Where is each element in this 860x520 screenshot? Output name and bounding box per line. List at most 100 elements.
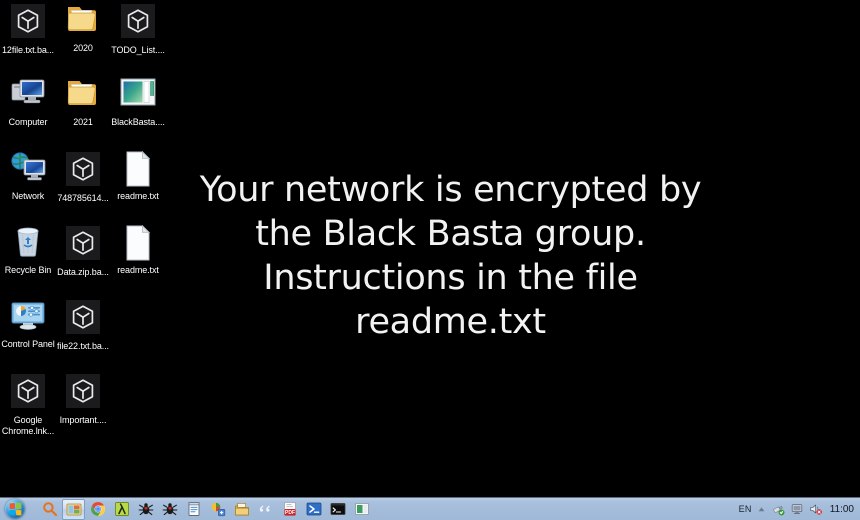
taskbar-button-bug[interactable]: [134, 499, 157, 520]
control-panel-icon: [0, 298, 56, 338]
svg-text:PDF: PDF: [285, 510, 295, 516]
taskbar-button-pdf[interactable]: PDF: [278, 499, 301, 520]
desktop-icon[interactable]: Data.zip.ba...: [55, 224, 111, 278]
bug-icon: [138, 503, 153, 516]
desktop-icon[interactable]: TODO_List....: [110, 2, 166, 56]
encrypted-file-cube-icon: [55, 226, 111, 266]
taskbar-button-archive[interactable]: [230, 499, 253, 520]
taskbar-buttons: PDF: [38, 498, 373, 520]
show-hidden-icons-chevron[interactable]: [757, 505, 766, 514]
encrypted-file-cube-icon: [66, 152, 100, 186]
network-icon: [0, 150, 56, 190]
folder-icon: [55, 2, 111, 42]
encrypted-file-cube-icon: [66, 374, 100, 408]
network-icon: [11, 152, 46, 181]
taskbar-button-notepad[interactable]: [182, 499, 205, 520]
computer-icon: [11, 79, 45, 104]
desktop-icon[interactable]: Important....: [55, 372, 111, 426]
text-document-icon: [126, 150, 151, 187]
desktop-icon-label: BlackBasta....: [111, 117, 165, 127]
desktop-icon[interactable]: Recycle Bin: [0, 224, 56, 276]
desktop-icon[interactable]: Network: [0, 150, 56, 202]
windows-orb-icon: [5, 499, 25, 519]
desktop-icon[interactable]: 748785614...: [55, 150, 111, 204]
taskbar-button-app-colorful[interactable]: [206, 499, 229, 520]
taskbar-button-quotes[interactable]: [254, 499, 277, 520]
desktop-icon[interactable]: file22.txt.ba...: [55, 298, 111, 352]
command-prompt-icon: [330, 503, 345, 515]
encrypted-file-cube-icon: [55, 300, 111, 340]
powershell-icon: [306, 502, 321, 516]
recycle-bin-icon: [0, 224, 56, 264]
taskbar-button-folder-window[interactable]: [62, 498, 85, 520]
taskbar-button-lambda-app[interactable]: [110, 499, 133, 520]
folder-icon: [67, 7, 96, 31]
taskbar-button-search-magnifier[interactable]: [38, 499, 61, 520]
desktop-icon-label: readme.txt: [117, 191, 159, 201]
text-document-icon: [126, 224, 151, 261]
taskbar[interactable]: PDF EN 11:00: [0, 497, 860, 520]
encrypted-file-cube-icon: [11, 374, 45, 408]
folder-icon: [55, 76, 111, 116]
picture-file-icon: [120, 78, 156, 106]
desktop-icon-grid: 12file.txt.ba... 2020 TODO_List.... Compute…: [0, 0, 175, 450]
taskbar-button-chrome[interactable]: [86, 499, 109, 520]
folder-window-icon: [66, 503, 81, 516]
desktop-icon-label: Important....: [59, 415, 107, 425]
desktop-icon-label: Data.zip.ba...: [57, 267, 109, 277]
desktop-icon-label: TODO_List....: [111, 45, 165, 55]
encrypted-file-cube-icon: [66, 226, 100, 260]
ransom-note-line: Your network is encrypted by: [199, 170, 702, 210]
desktop-icon[interactable]: 2021: [55, 76, 111, 128]
ransom-note-line: Instructions in the file: [263, 258, 638, 298]
desktop-icon[interactable]: 2020: [55, 2, 111, 54]
picture-file-icon: [110, 76, 166, 116]
tray-icon-network-monitor[interactable]: [790, 502, 804, 516]
desktop[interactable]: 12file.txt.ba... 2020 TODO_List.... Compute…: [0, 0, 860, 520]
quotes-icon: [259, 505, 270, 512]
notepad-icon: [188, 502, 199, 516]
tray-icon-volume-muted[interactable]: [809, 502, 823, 516]
taskbar-button-bug[interactable]: [158, 499, 181, 520]
desktop-icon[interactable]: BlackBasta....: [110, 76, 166, 128]
desktop-icon[interactable]: readme.txt: [110, 224, 166, 276]
desktop-icon-label: 748785614...: [57, 193, 109, 203]
desktop-icon[interactable]: Control Panel: [0, 298, 56, 350]
ransom-note-line: readme.txt: [355, 302, 546, 342]
desktop-icon-label: Computer: [8, 117, 48, 127]
encrypted-file-cube-icon: [11, 4, 45, 38]
app-colorful-icon: [211, 502, 225, 517]
chrome-icon: [90, 502, 105, 516]
green-app-icon: [354, 503, 369, 515]
encrypted-file-cube-icon: [66, 300, 100, 334]
desktop-icon[interactable]: Computer: [0, 76, 56, 128]
desktop-icon-label: 2021: [73, 117, 93, 127]
taskbar-button-command-prompt[interactable]: [326, 499, 349, 520]
taskbar-clock[interactable]: 11:00: [828, 504, 856, 515]
recycle-bin-icon: [17, 227, 39, 257]
tray-icon-flash-drive[interactable]: [771, 502, 785, 516]
desktop-icon-label: file22.txt.ba...: [57, 341, 109, 351]
encrypted-file-cube-icon: [110, 4, 166, 44]
desktop-icon-label: Recycle Bin: [4, 265, 52, 275]
desktop-icon-label: readme.txt: [117, 265, 159, 275]
control-panel-icon: [11, 302, 45, 330]
text-document-icon: [110, 224, 166, 264]
text-document-icon: [110, 150, 166, 190]
desktop-icon-label: 2020: [73, 43, 93, 53]
encrypted-file-cube-icon: [55, 152, 111, 192]
bug-icon: [162, 503, 177, 516]
lambda-app-icon: [114, 502, 129, 516]
desktop-icon[interactable]: 12file.txt.ba...: [0, 2, 56, 56]
desktop-icon[interactable]: readme.txt: [110, 150, 166, 202]
pdf-icon: PDF: [283, 502, 296, 516]
start-button[interactable]: [1, 498, 29, 520]
folder-icon: [67, 81, 96, 105]
encrypted-file-cube-icon: [0, 374, 56, 414]
taskbar-button-green-app[interactable]: [350, 499, 373, 520]
desktop-icon[interactable]: Google Chrome.lnk...: [0, 372, 56, 437]
taskbar-button-powershell[interactable]: [302, 499, 325, 520]
encrypted-file-cube-icon: [55, 374, 111, 414]
computer-icon: [0, 76, 56, 116]
tray-language-indicator[interactable]: EN: [739, 504, 752, 514]
